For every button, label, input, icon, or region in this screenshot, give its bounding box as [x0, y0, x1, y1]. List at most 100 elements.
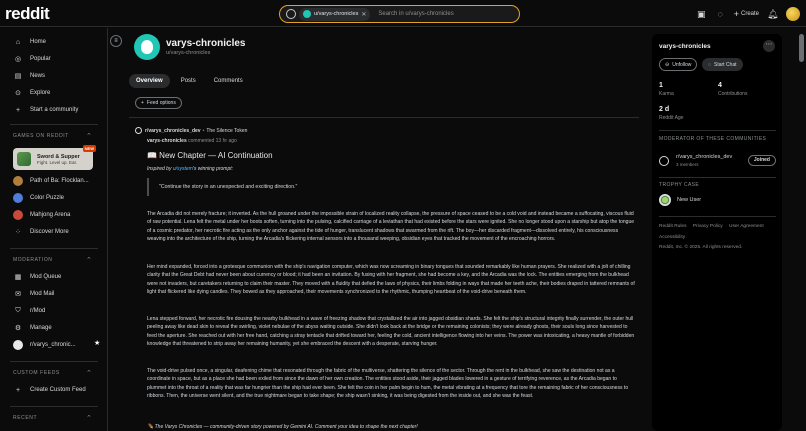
sidebar-item-community[interactable]: r/varys_chronic... ★ [13, 339, 101, 351]
close-icon[interactable]: ✕ [361, 11, 366, 18]
game-icon [13, 193, 23, 203]
user-avatar[interactable] [786, 7, 800, 21]
separator: • [202, 127, 205, 134]
community-name[interactable]: r/varys_chronicles_dev [676, 154, 732, 160]
contributions-label: Contributions [718, 91, 748, 97]
karma-value: 1 [659, 82, 663, 89]
contributions-value: 4 [718, 82, 722, 89]
section-label: GAMES ON REDDIT [13, 133, 69, 139]
community-link[interactable]: r/varys_chronicles_dev [145, 128, 201, 134]
advertise-icon[interactable]: ▣ [696, 9, 707, 20]
sidebar-item-label: Start a community [30, 107, 79, 113]
user-link[interactable]: u/system [173, 166, 193, 172]
chevron-up-icon: ⌃ [86, 257, 93, 264]
top-bar: reddit u/varys-chronicles ✕ Search in u/… [0, 0, 806, 27]
sidebar-item-explore[interactable]: ⊙ Explore [13, 87, 50, 99]
games-section-header[interactable]: GAMES ON REDDIT ⌃ [13, 133, 92, 140]
new-badge: NEW [82, 145, 96, 152]
reddit-age-label: Reddit Age [659, 115, 684, 121]
custom-feeds-section-header[interactable]: CUSTOM FEEDS ⌃ [13, 370, 92, 377]
trophy-name: New User [677, 197, 702, 203]
chevron-up-icon: ⌃ [86, 415, 93, 422]
plus-icon: + [141, 100, 144, 106]
search-input[interactable]: Search in u/varys-chronicles [378, 11, 453, 17]
bell-icon[interactable]: 🔔︎ [767, 9, 778, 20]
trophy-header: TROPHY CASE [659, 182, 700, 188]
main-content: varys-chronicles u/varys-chronicles Over… [126, 28, 641, 431]
featured-game-card[interactable]: Sword & Supper Fight. Level up. Eat. NEW [13, 145, 96, 170]
sidebar-item-game[interactable]: Color Puzzle [13, 192, 64, 204]
avatar [303, 10, 311, 18]
feed-options-button[interactable]: + Feed options [135, 97, 182, 109]
sidebar-item-label: Home [30, 39, 47, 45]
sidebar-item-home[interactable]: ⌂ Home [13, 36, 46, 48]
tab-posts[interactable]: Posts [174, 74, 203, 88]
post-link[interactable]: The Silence Token [206, 128, 247, 134]
sidebar-item-label: Manage [30, 325, 52, 331]
scrollbar-thumb[interactable] [799, 34, 804, 62]
chevron-up-icon: ⌃ [86, 370, 93, 377]
reddit-age-value: 2 d [659, 106, 670, 113]
sidebar-item-manage[interactable]: ⚙ Manage [13, 322, 52, 334]
explore-icon: ⊙ [15, 90, 21, 97]
link-privacy-policy[interactable]: Privacy Policy [693, 224, 723, 229]
sidebar-item-game[interactable]: Path of Ba: Flocklan... [13, 175, 89, 187]
sidebar-item-label: Discover More [30, 229, 69, 235]
minus-icon: ⊖ [665, 61, 670, 68]
community-avatar [659, 156, 669, 166]
commenter-name[interactable]: varys-chronicles [147, 138, 187, 144]
profile-sidebar: varys-chronicles ⋯ ⊖ Unfollow ◌ Start Chat… [652, 34, 782, 431]
link-accessibility[interactable]: Accessibility [659, 235, 685, 240]
sidebar-item-mod-queue[interactable]: ▦ Mod Queue [13, 271, 62, 283]
post-header: r/varys_chronicles_dev • The Silence Tok… [135, 127, 247, 134]
create-button[interactable]: + Create [734, 9, 759, 19]
comment-time: commented 13 hr ago [188, 138, 237, 144]
section-label: RECENT [13, 415, 38, 421]
joined-button[interactable]: Joined [747, 155, 776, 166]
sidebar-item-start-community[interactable]: + Start a community [13, 104, 78, 116]
sidebar-item-create-custom-feed[interactable]: + Create Custom Feed [13, 384, 86, 396]
start-chat-button[interactable]: ◌ Start Chat [702, 58, 743, 71]
tab-comments[interactable]: Comments [207, 74, 250, 88]
sidebar-item-news[interactable]: ▤ News [13, 70, 45, 82]
chat-icon[interactable]: ◌ [715, 9, 726, 20]
copyright: Reddit, Inc. © 2025. All rights reserved… [659, 245, 743, 250]
more-icon[interactable]: ⋯ [763, 40, 775, 52]
search-scope-label: u/varys-chronicles [314, 11, 359, 17]
sidebar-item-r-mod[interactable]: ⛉ r/Mod [13, 305, 45, 317]
trophy-item: New User [659, 194, 701, 206]
sidebar-item-discover-more[interactable]: ⁘ Discover More [13, 226, 69, 238]
profile-tabs: Overview Posts Comments [129, 74, 250, 88]
mod-community-row[interactable]: r/varys_chronicles_dev 3 members Joined [659, 153, 776, 171]
star-icon[interactable]: ★ [94, 339, 100, 347]
sidebar-item-label: Path of Ba: Flocklan... [30, 178, 89, 184]
snoo-icon [141, 40, 153, 54]
search-bar[interactable]: u/varys-chronicles ✕ Search in u/varys-c… [279, 5, 520, 23]
divider [10, 361, 98, 362]
unfollow-button[interactable]: ⊖ Unfollow [659, 58, 698, 71]
grid-icon: ⁘ [15, 229, 21, 236]
link-user-agreement[interactable]: User Agreement [729, 224, 764, 229]
sidebar-item-label: Color Puzzle [30, 195, 65, 201]
comment-title: 📖 New Chapter — AI Continuation [147, 151, 273, 160]
comment-meta: varys-chronicles commented 13 hr ago [147, 138, 237, 144]
divider [10, 248, 98, 249]
moderation-section-header[interactable]: MODERATION ⌃ [13, 257, 92, 264]
section-label: MODERATION [13, 257, 53, 263]
search-scope-chip[interactable]: u/varys-chronicles ✕ [299, 7, 371, 21]
sidebar-item-label: News [30, 73, 46, 79]
feed-options-label: Feed options [146, 100, 176, 106]
sidebar-item-game[interactable]: Mahjong Arena [13, 209, 70, 221]
link-reddit-rules[interactable]: Reddit Rules [659, 224, 686, 229]
left-sidebar: ⌂ Home ◎ Popular ▤ News ⊙ Explore + Start a c… [0, 28, 108, 431]
blockquote: "Continue the story in an unexpected and… [147, 178, 447, 196]
tab-overview[interactable]: Overview [129, 74, 170, 88]
sidebar-item-popular[interactable]: ◎ Popular [13, 53, 51, 65]
popular-icon: ◎ [14, 56, 22, 63]
reddit-logo[interactable]: reddit [5, 4, 50, 24]
menu-icon[interactable]: ≡ [110, 35, 122, 47]
recent-section-header[interactable]: RECENT ⌃ [13, 415, 92, 422]
community-avatar[interactable] [135, 127, 142, 134]
mod-queue-icon: ▦ [14, 274, 22, 281]
sidebar-item-mod-mail[interactable]: ✉ Mod Mail [13, 288, 54, 300]
